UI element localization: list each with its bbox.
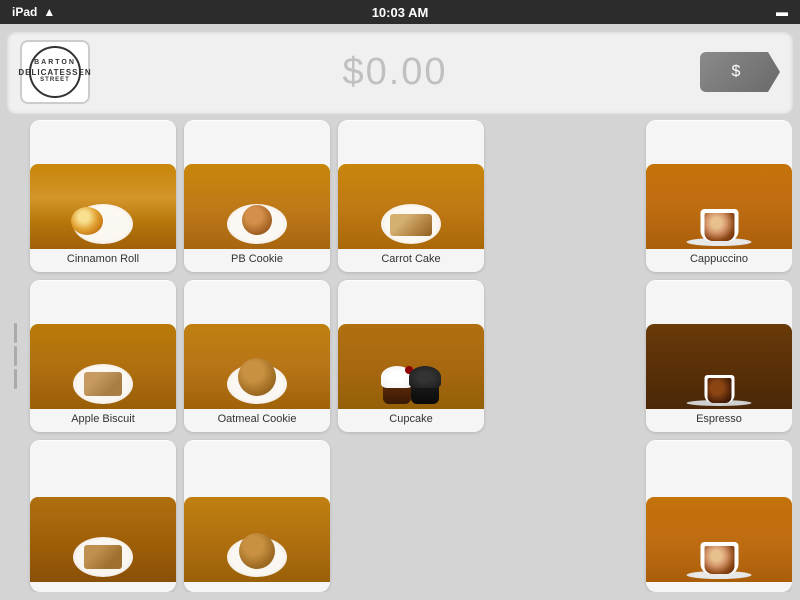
status-time: 10:03 AM bbox=[372, 5, 429, 20]
wifi-icon: ▲ bbox=[43, 5, 55, 19]
product-label-row3-2 bbox=[255, 582, 259, 586]
product-label-carrot-cake: Carrot Cake bbox=[379, 249, 442, 266]
handle-lines bbox=[14, 323, 17, 389]
product-label-cinnamon-roll: Cinnamon Roll bbox=[65, 249, 141, 266]
product-espresso[interactable]: Espresso bbox=[646, 280, 792, 432]
product-cupcake[interactable]: Cupcake bbox=[338, 280, 484, 432]
food-item bbox=[84, 372, 122, 396]
handle-line-2 bbox=[14, 346, 17, 366]
product-row3-empty-1 bbox=[338, 440, 484, 592]
logo-top: BARTON bbox=[34, 59, 76, 67]
espresso-cup bbox=[687, 356, 752, 406]
food-item bbox=[84, 545, 122, 569]
apple-biscuit-image bbox=[30, 324, 176, 409]
row3-cappuccino-image bbox=[646, 497, 792, 582]
dollar-sign-icon: $ bbox=[732, 63, 741, 81]
logo-bot: STREET bbox=[40, 77, 70, 84]
cupcake-vis bbox=[376, 329, 446, 404]
header-bar: BARTON DELICATESSEN STREET $0.00 $ bbox=[8, 32, 792, 112]
product-empty-1 bbox=[492, 120, 638, 272]
price-display: $0.00 bbox=[102, 51, 688, 94]
battery-icon: ▬ bbox=[776, 5, 788, 19]
pb-cookie-image bbox=[184, 164, 330, 249]
ipad-label: iPad bbox=[12, 5, 37, 19]
espresso-liquid bbox=[707, 378, 731, 403]
product-oatmeal-cookie[interactable]: Oatmeal Cookie bbox=[184, 280, 330, 432]
cinnamon-roll-image bbox=[30, 164, 176, 249]
product-row3-1[interactable] bbox=[30, 440, 176, 592]
cup-2 bbox=[700, 542, 738, 574]
row3-1-image bbox=[30, 497, 176, 582]
cup-saucer bbox=[687, 201, 752, 246]
product-label-apple-biscuit: Apple Biscuit bbox=[69, 409, 137, 426]
oatmeal-cookie-image bbox=[184, 324, 330, 409]
product-label-row3-1 bbox=[101, 582, 105, 586]
product-apple-biscuit[interactable]: Apple Biscuit bbox=[30, 280, 176, 432]
food-item bbox=[239, 533, 275, 569]
main-container: BARTON DELICATESSEN STREET $0.00 $ bbox=[0, 24, 800, 600]
espresso-image bbox=[646, 324, 792, 409]
product-row3-empty-2 bbox=[492, 440, 638, 592]
handle-line-3 bbox=[14, 369, 17, 389]
product-label-pb-cookie: PB Cookie bbox=[229, 249, 285, 266]
product-label-row3-cappuccino bbox=[717, 582, 721, 586]
product-label-espresso: Espresso bbox=[694, 409, 744, 426]
product-label-cupcake: Cupcake bbox=[387, 409, 434, 426]
cappuccino-image bbox=[646, 164, 792, 249]
status-right: ▬ bbox=[776, 5, 788, 19]
espresso-cup-inner bbox=[704, 375, 734, 403]
handle-line-1 bbox=[14, 323, 17, 343]
products-area: Cinnamon Roll PB Cookie Carrot Cake bbox=[8, 120, 792, 592]
carrot-cake-image bbox=[338, 164, 484, 249]
cup-saucer-2 bbox=[687, 534, 752, 579]
product-grid: Cinnamon Roll PB Cookie Carrot Cake bbox=[30, 120, 792, 592]
logo-mid: DELICATESSEN bbox=[18, 68, 91, 78]
status-bar: iPad ▲ 10:03 AM ▬ bbox=[0, 0, 800, 24]
product-label-oatmeal-cookie: Oatmeal Cookie bbox=[216, 409, 299, 426]
product-cappuccino[interactable]: Cappuccino bbox=[646, 120, 792, 272]
cupcake-image bbox=[338, 324, 484, 409]
product-row3-cappuccino[interactable] bbox=[646, 440, 792, 592]
latte-art-2 bbox=[704, 546, 734, 574]
charge-button[interactable]: $ bbox=[700, 52, 780, 92]
logo-box: BARTON DELICATESSEN STREET bbox=[20, 40, 90, 104]
food-item bbox=[390, 214, 432, 236]
row3-2-image bbox=[184, 497, 330, 582]
product-cinnamon-roll[interactable]: Cinnamon Roll bbox=[30, 120, 176, 272]
product-pb-cookie[interactable]: PB Cookie bbox=[184, 120, 330, 272]
logo-circle: BARTON DELICATESSEN STREET bbox=[29, 46, 81, 98]
food-item bbox=[238, 358, 276, 396]
product-row3-2[interactable] bbox=[184, 440, 330, 592]
food-item bbox=[71, 207, 103, 235]
food-item bbox=[242, 205, 272, 235]
latte-art bbox=[704, 213, 734, 241]
product-empty-2 bbox=[492, 280, 638, 432]
status-left: iPad ▲ bbox=[12, 5, 55, 19]
product-carrot-cake[interactable]: Carrot Cake bbox=[338, 120, 484, 272]
side-handle bbox=[8, 120, 22, 592]
cup-frosting-2 bbox=[409, 366, 441, 388]
product-label-cappuccino: Cappuccino bbox=[688, 249, 750, 266]
cup bbox=[700, 209, 738, 241]
